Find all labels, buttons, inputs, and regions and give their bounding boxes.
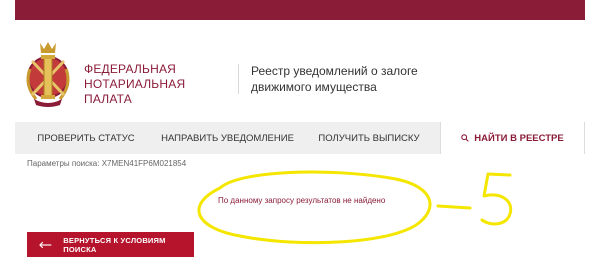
registry-title-line2: движимого имущества xyxy=(251,80,377,94)
header-divider xyxy=(238,64,239,94)
org-name-line1: Федеральная xyxy=(84,62,177,76)
main-tabs: Проверить статус Направить уведомление П… xyxy=(15,122,585,154)
tab-label: Получить выписку xyxy=(318,132,420,144)
tab-send-notification[interactable]: Направить уведомление xyxy=(157,122,298,154)
search-icon xyxy=(461,134,470,142)
arrow-left-icon xyxy=(39,241,52,248)
notary-emblem-icon xyxy=(26,42,70,107)
no-results-message: По данному запросу результатов не найден… xyxy=(218,196,386,205)
tab-label: Проверить статус xyxy=(37,132,135,144)
search-params: Параметры поиска: X7MEN41FP6M021854 xyxy=(27,159,186,168)
registry-title-line1: Реестр уведомлений о залоге xyxy=(251,64,418,78)
back-to-search-button[interactable]: Вернуться к условиям поиска xyxy=(27,232,194,257)
tab-check-status[interactable]: Проверить статус xyxy=(15,122,157,154)
tab-label: Найти в реестре xyxy=(474,132,564,144)
back-button-label: Вернуться к условиям поиска xyxy=(63,235,166,254)
tab-get-extract[interactable]: Получить выписку xyxy=(298,122,440,154)
organization-name: Федеральная нотариальная палата xyxy=(84,62,234,107)
registry-title: Реестр уведомлений о залоге движимого им… xyxy=(251,63,451,95)
search-params-label: Параметры поиска: xyxy=(27,159,100,168)
search-params-value: X7MEN41FP6M021854 xyxy=(101,159,187,168)
org-name-line2: нотариальная палата xyxy=(84,77,186,106)
tab-find-in-registry[interactable]: Найти в реестре xyxy=(440,122,585,154)
tab-label: Направить уведомление xyxy=(161,132,294,144)
top-brand-bar xyxy=(15,0,585,20)
